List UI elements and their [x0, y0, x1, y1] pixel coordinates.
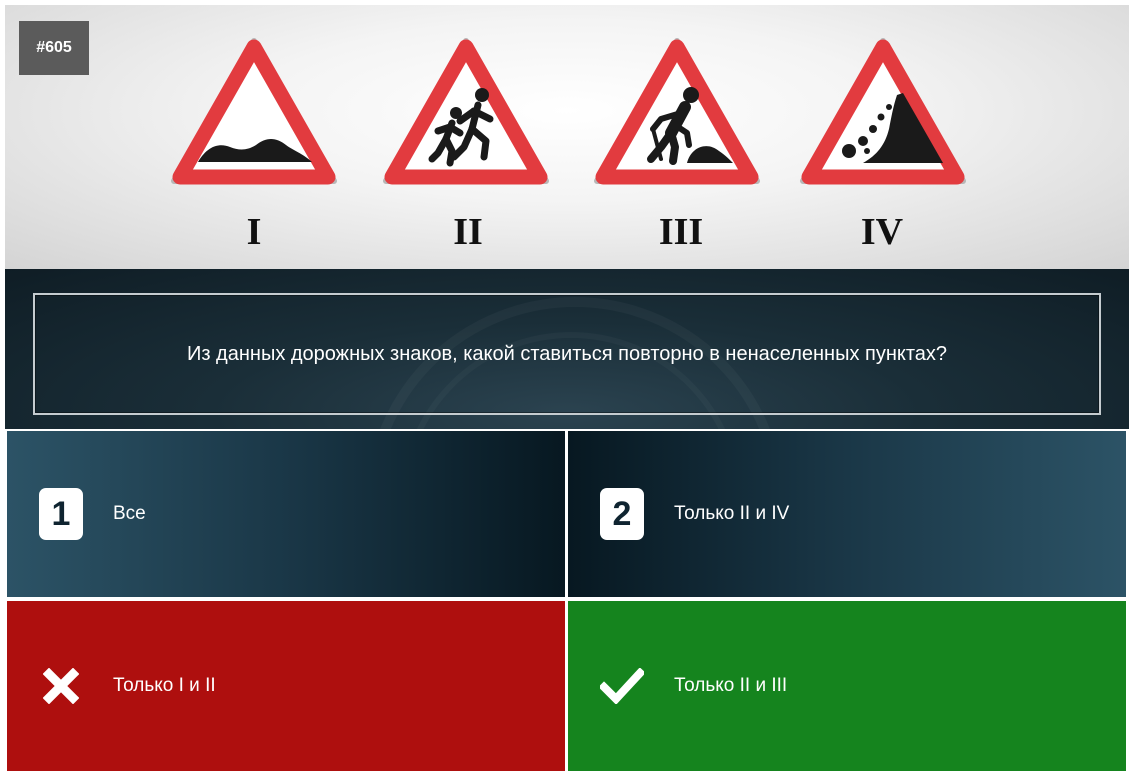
answer-option-2[interactable]: 2 Только II и IV	[568, 431, 1126, 597]
checkmark-icon	[600, 664, 644, 708]
cross-icon	[39, 664, 83, 708]
answer-number-badge: 1	[39, 488, 83, 540]
question-card: #605 I II III IV Из данных дорожных знак…	[5, 5, 1129, 772]
falling-rocks-icon	[800, 38, 966, 185]
sign-numeral-1: I	[246, 211, 262, 253]
uneven-road-icon	[171, 38, 337, 185]
answer-label: Только II и IV	[674, 503, 790, 524]
answer-option-3-wrong[interactable]: Только I и II	[7, 601, 565, 771]
answer-label: Только II и III	[674, 675, 788, 696]
answer-label: Только I и II	[113, 675, 216, 696]
sign-numeral-2: II	[453, 211, 483, 253]
answer-option-1[interactable]: 1 Все	[7, 431, 565, 597]
question-text: Из данных дорожных знаков, какой ставить…	[186, 342, 948, 365]
children-icon	[383, 38, 549, 185]
question-panel: Из данных дорожных знаков, какой ставить…	[5, 269, 1129, 429]
question-image: #605 I II III IV	[5, 5, 1129, 269]
question-text-box: Из данных дорожных знаков, какой ставить…	[33, 293, 1101, 415]
road-works-icon	[594, 38, 760, 185]
sign-numeral-4: IV	[860, 211, 904, 253]
answer-option-4-correct[interactable]: Только II и III	[568, 601, 1126, 771]
answer-label: Все	[113, 503, 146, 524]
answer-number-badge: 2	[600, 488, 644, 540]
sign-numeral-3: III	[658, 211, 704, 253]
question-id-badge: #605	[19, 21, 89, 75]
